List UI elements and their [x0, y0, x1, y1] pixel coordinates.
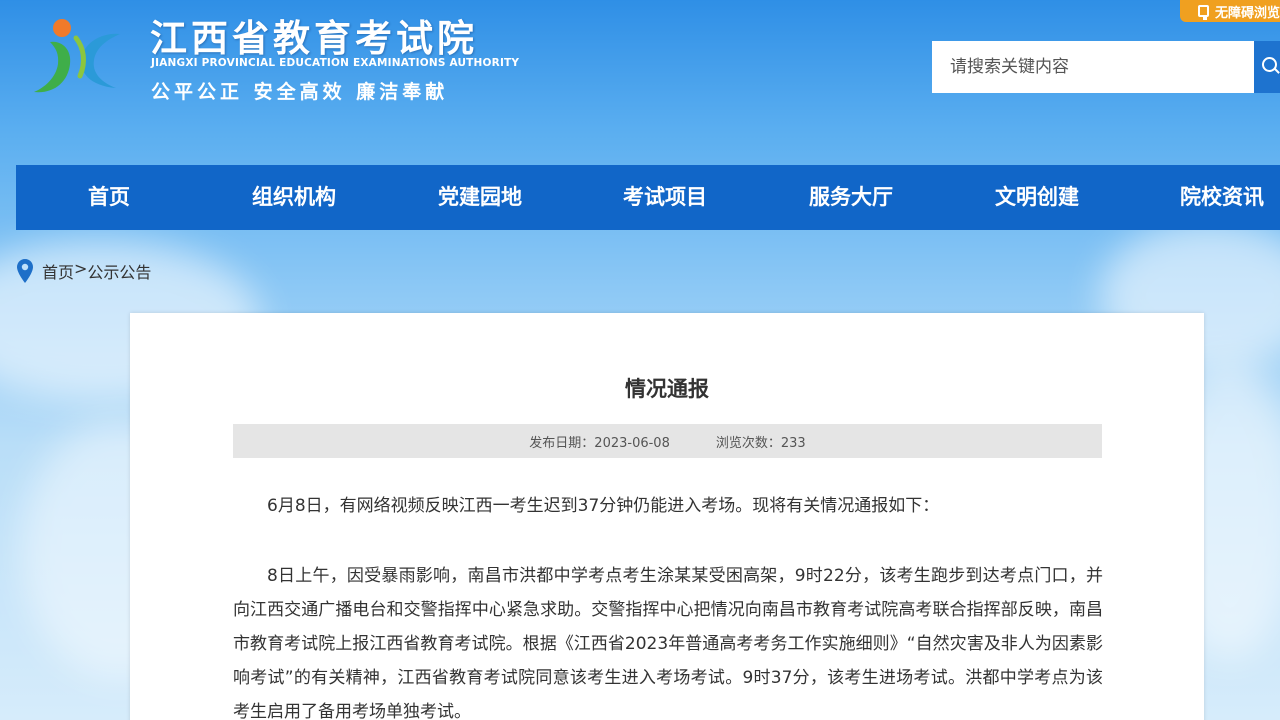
nav-item-service-hall[interactable]: 服务大厅: [786, 165, 916, 230]
publish-date-label: 发布日期：: [529, 435, 595, 451]
breadcrumb: 首页 > 公示公告: [16, 258, 151, 284]
search-button[interactable]: [1254, 41, 1280, 93]
article-card: 情况通报 发布日期：2023-06-08 浏览次数：233 6月8日，有网络视频…: [130, 313, 1204, 720]
site-subtitle: JIANGXI PROVINCIAL EDUCATION EXAMINATION…: [151, 57, 520, 69]
nav-item-party-building[interactable]: 党建园地: [415, 165, 545, 230]
view-count-label: 浏览次数：: [715, 435, 781, 451]
view-count: 浏览次数：233: [716, 432, 806, 451]
site-title: 江西省教育考试院: [150, 16, 478, 60]
nav-item-civilization[interactable]: 文明创建: [972, 165, 1102, 230]
nav-item-organization[interactable]: 组织机构: [229, 165, 359, 230]
nav-item-exam-projects[interactable]: 考试项目: [600, 165, 730, 230]
view-count-value: 233: [780, 435, 806, 451]
search-input[interactable]: [932, 41, 1254, 93]
publish-date: 发布日期：2023-06-08: [529, 432, 670, 451]
breadcrumb-separator: >: [74, 259, 88, 278]
monitor-icon: [1198, 5, 1209, 20]
article-paragraph: 8日上午，因受暴雨影响，南昌市洪都中学考点考生涂某某受困高架，9时22分，该考生…: [233, 566, 1103, 720]
accessibility-button[interactable]: 无障碍浏览: [1180, 0, 1280, 22]
main-nav: 首页 组织机构 党建园地 考试项目 服务大厅 文明创建 院校资讯: [16, 165, 1280, 230]
article-meta: 发布日期：2023-06-08 浏览次数：233: [233, 424, 1102, 458]
site-motto: 公平公正 安全高效 廉洁奉献: [151, 81, 449, 103]
location-pin-icon: [17, 259, 33, 283]
nav-item-college-news[interactable]: 院校资讯: [1157, 165, 1280, 230]
jx-logo-icon[interactable]: [20, 8, 130, 103]
article-paragraph: 6月8日，有网络视频反映江西一考生迟到37分钟仍能进入考场。现将有关情况通报如下…: [267, 496, 940, 516]
breadcrumb-current-link[interactable]: 公示公告: [87, 259, 151, 283]
breadcrumb-home-link[interactable]: 首页: [42, 259, 74, 283]
article-title: 情况通报: [625, 377, 709, 401]
nav-item-home[interactable]: 首页: [44, 165, 174, 230]
accessibility-label: 无障碍浏览: [1214, 5, 1280, 21]
publish-date-value: 2023-06-08: [594, 435, 670, 451]
